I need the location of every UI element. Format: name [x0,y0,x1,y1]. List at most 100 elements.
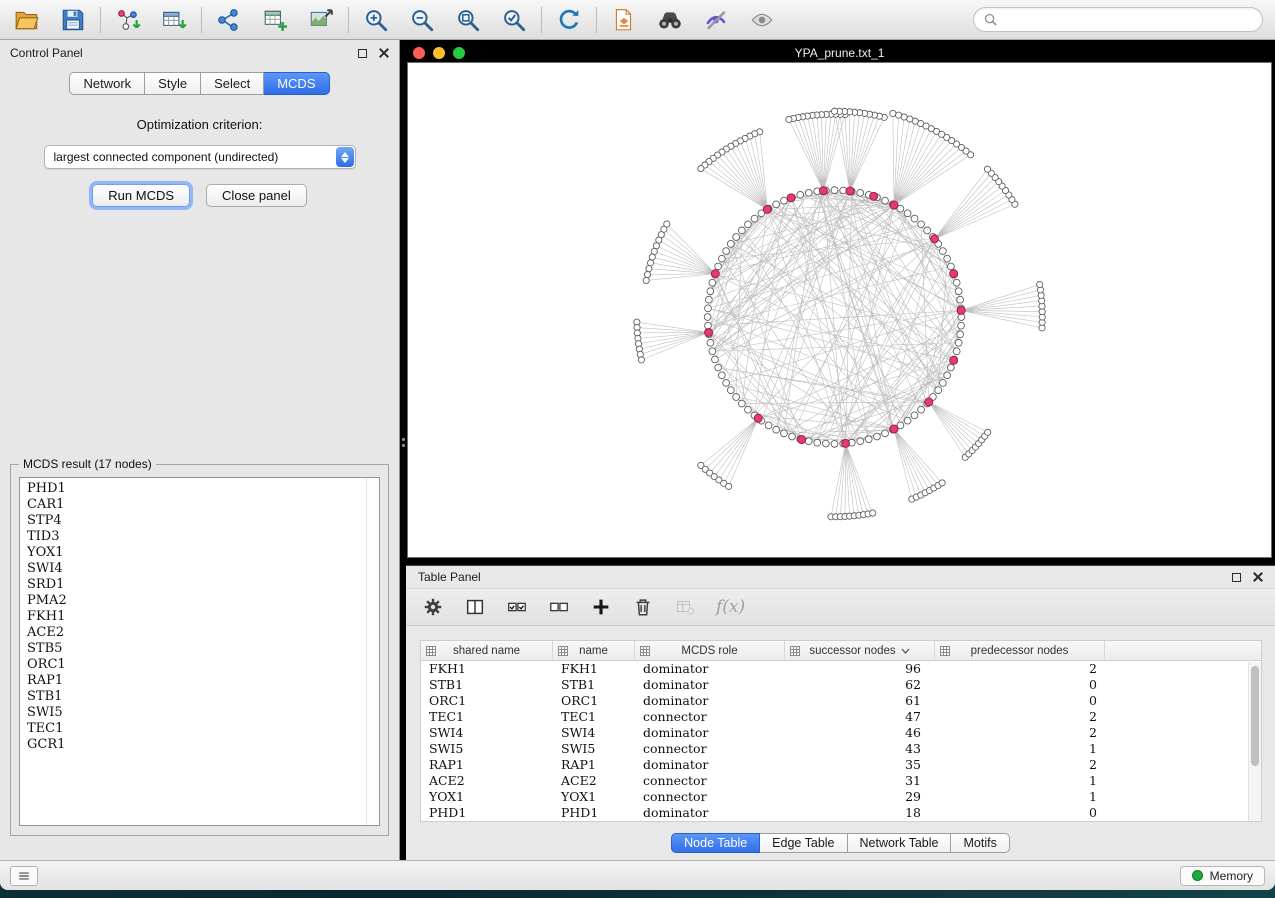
network-node[interactable] [709,348,716,355]
table-scrollbar-thumb[interactable] [1251,666,1259,766]
network-hub-CAR1[interactable] [705,328,713,336]
table-row[interactable]: ACE2ACE2connector311 [421,773,1261,789]
table-row[interactable]: STB1STB1dominator620 [421,677,1261,693]
network-node[interactable] [939,380,946,387]
zoom-selected-button[interactable] [499,5,529,35]
network-node[interactable] [947,263,954,270]
mcds-result-item[interactable]: YOX1 [27,545,379,561]
network-node[interactable] [911,215,918,222]
new-network-button[interactable] [214,5,244,35]
network-node[interactable] [705,305,712,312]
mcds-result-item[interactable]: TID3 [27,529,379,545]
export-network-button[interactable] [609,5,639,35]
delete-row-trash-icon[interactable] [632,596,654,618]
network-node[interactable] [957,296,964,303]
column-header-shared-name[interactable]: shared name [421,641,553,660]
network-leaf-node[interactable] [647,260,653,266]
table-tab-node-table[interactable]: Node Table [671,833,760,853]
preview-eye-button[interactable] [747,5,777,35]
mcds-result-item[interactable]: PHD1 [27,481,379,497]
memory-button[interactable]: Memory [1180,866,1265,886]
zoom-out-button[interactable] [407,5,437,35]
table-tab-motifs[interactable]: Motifs [951,833,1009,853]
column-header-MCDS-role[interactable]: MCDS role [635,641,785,660]
add-row-icon[interactable] [590,596,612,618]
panel-divider-handle[interactable] [401,438,405,454]
mcds-result-item[interactable]: CAR1 [27,497,379,513]
mcds-result-item[interactable]: SRD1 [27,577,379,593]
network-leaf-node[interactable] [644,271,650,277]
network-leaf-node[interactable] [895,112,901,118]
toolbar-search[interactable] [973,7,1263,32]
analyzer-off-button[interactable] [701,5,731,35]
network-leaf-node[interactable] [646,266,652,272]
tab-mcds[interactable]: MCDS [264,72,329,95]
column-header-name[interactable]: name [553,641,635,660]
table-row[interactable]: TEC1TEC1connector472 [421,709,1261,725]
network-node[interactable] [857,438,864,445]
close-panel-button[interactable]: Close panel [206,184,307,207]
network-node[interactable] [958,322,965,329]
close-table-panel-icon[interactable] [1253,572,1263,582]
network-hub-PHD1[interactable] [925,398,933,406]
tab-style[interactable]: Style [145,72,201,95]
table-row[interactable]: SWI5SWI5connector431 [421,741,1261,757]
network-hub-RAP1[interactable] [930,235,938,243]
open-session-button[interactable] [12,5,42,35]
network-node[interactable] [955,339,962,346]
network-node[interactable] [935,387,942,394]
table-row[interactable]: PHD1PHD1dominator180 [421,805,1261,821]
network-node[interactable] [814,439,821,446]
network-node[interactable] [718,372,725,379]
network-node[interactable] [857,189,864,196]
table-row[interactable]: SWI4SWI4dominator462 [421,725,1261,741]
zoom-fit-button[interactable] [453,5,483,35]
network-hub-ACE2[interactable] [842,439,850,447]
network-node[interactable] [805,438,812,445]
network-node[interactable] [865,436,872,443]
network-leaf-node[interactable] [698,165,704,171]
mcds-result-item[interactable]: RAP1 [27,673,379,689]
network-hub-SRD1[interactable] [870,192,878,200]
mcds-result-item[interactable]: ORC1 [27,657,379,673]
network-leaf-node[interactable] [890,110,896,116]
mcds-result-item[interactable]: PMA2 [27,593,379,609]
table-row[interactable]: FKH1FKH1dominator962 [421,661,1261,677]
network-hub-GCR1[interactable] [798,436,806,444]
network-node[interactable] [831,187,838,194]
show-columns-icon[interactable] [464,596,486,618]
mcds-result-item[interactable]: STP4 [27,513,379,529]
column-header-successor-nodes[interactable]: successor nodes [785,641,935,660]
new-table-button[interactable] [260,5,290,35]
network-node[interactable] [704,314,711,321]
network-node[interactable] [939,248,946,255]
network-node[interactable] [738,227,745,234]
network-node[interactable] [712,356,719,363]
network-node[interactable] [733,234,740,241]
network-leaf-node[interactable] [984,166,990,172]
mcds-result-item[interactable]: FKH1 [27,609,379,625]
network-leaf-node[interactable] [939,480,945,486]
network-leaf-node[interactable] [786,116,792,122]
network-canvas[interactable] [407,62,1272,558]
select-all-check-icon[interactable] [506,596,528,618]
network-node[interactable] [955,288,962,295]
network-hub-SWI4[interactable] [846,187,854,195]
network-leaf-node[interactable] [870,510,876,516]
run-mcds-button[interactable]: Run MCDS [92,184,190,207]
network-leaf-node[interactable] [643,277,649,283]
network-node[interactable] [781,197,788,204]
network-hub-STB5[interactable] [950,356,958,364]
network-hub-YOX1[interactable] [890,425,898,433]
mcds-result-item[interactable]: GCR1 [27,737,379,753]
network-node[interactable] [765,422,772,429]
mcds-result-item[interactable]: SWI4 [27,561,379,577]
network-node[interactable] [805,189,812,196]
network-node[interactable] [904,210,911,217]
zoom-in-button[interactable] [361,5,391,35]
network-node[interactable] [918,406,925,413]
network-node[interactable] [822,440,829,447]
network-node[interactable] [904,417,911,424]
network-node[interactable] [707,288,714,295]
mcds-result-list[interactable]: PHD1CAR1STP4TID3YOX1SWI4SRD1PMA2FKH1ACE2… [19,477,380,826]
